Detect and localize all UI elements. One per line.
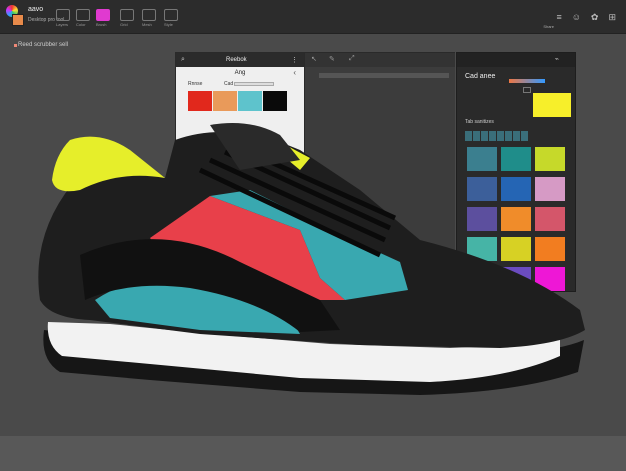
palette-tabs bbox=[465, 131, 528, 141]
palette-header: ⌁ bbox=[457, 53, 575, 67]
move-icon[interactable]: ⤢ bbox=[349, 55, 355, 63]
swatch-dialog: ⌕ Reebok ⋮ Ang ‹ Rnnse Cad bbox=[175, 52, 305, 237]
palette-swatch[interactable] bbox=[501, 177, 531, 201]
palette-tab[interactable] bbox=[473, 131, 480, 141]
dialog-swatch-row bbox=[176, 89, 304, 113]
dialog-menu-icon[interactable]: ⋮ bbox=[291, 56, 298, 64]
palette-swatch[interactable] bbox=[467, 177, 497, 201]
tool-label-color: Color bbox=[76, 22, 86, 27]
preview-panel: ↖ ✎ ⤢ bbox=[305, 52, 455, 292]
share-label[interactable]: Share bbox=[543, 24, 554, 29]
dialog-swatch[interactable] bbox=[188, 91, 212, 111]
color-palette-panel: ⌁ Cad anee Tab sanitizes bbox=[456, 52, 576, 292]
dialog-subtitle-row: Ang ‹ bbox=[176, 67, 304, 79]
palette-grid bbox=[467, 147, 565, 291]
palette-menu-icon[interactable]: ⌁ bbox=[555, 55, 559, 63]
dialog-title: Reebok bbox=[226, 57, 247, 63]
dialog-header: ⌕ Reebok ⋮ bbox=[176, 53, 304, 67]
palette-tab[interactable] bbox=[465, 131, 472, 141]
palette-gradient-bar[interactable] bbox=[509, 79, 545, 83]
palette-tab[interactable] bbox=[481, 131, 488, 141]
dialog-swatch-row-2 bbox=[176, 113, 324, 143]
dialog-option-row: Rnnse Cad bbox=[176, 79, 304, 89]
preview-slider[interactable] bbox=[319, 73, 449, 78]
palette-swatch[interactable] bbox=[501, 207, 531, 231]
tool-label-mesh: Mesh bbox=[142, 22, 152, 27]
tool-label-grid: Grid bbox=[120, 22, 128, 27]
palette-swatch[interactable] bbox=[467, 267, 497, 291]
palette-swatch[interactable] bbox=[535, 237, 565, 261]
palette-swatch[interactable] bbox=[501, 147, 531, 171]
palette-checkbox[interactable] bbox=[523, 87, 531, 93]
tool-label-layers: Layers bbox=[56, 22, 69, 27]
app-name: aavo bbox=[28, 6, 44, 13]
menu-icon[interactable]: ≡ bbox=[556, 12, 561, 23]
search-icon[interactable]: ⌕ bbox=[181, 56, 185, 64]
palette-tab[interactable] bbox=[497, 131, 504, 141]
grid-tool-button[interactable] bbox=[120, 9, 134, 21]
color-tool-button[interactable] bbox=[76, 9, 90, 21]
palette-swatch[interactable] bbox=[501, 237, 531, 261]
palette-swatch[interactable] bbox=[535, 267, 565, 291]
palette-swatch[interactable] bbox=[535, 147, 565, 171]
settings-icon[interactable]: ✿ bbox=[591, 12, 599, 23]
option-value: Cad bbox=[224, 81, 234, 87]
palette-title: Cad anee bbox=[465, 73, 496, 80]
palette-tab[interactable] bbox=[521, 131, 528, 141]
dialog-swatch[interactable] bbox=[263, 91, 287, 111]
dialog-subtitle: Ang bbox=[234, 70, 246, 76]
user-icon[interactable]: ☺ bbox=[572, 12, 581, 23]
option-input[interactable] bbox=[234, 82, 274, 86]
palette-swatch[interactable] bbox=[467, 147, 497, 171]
palette-tab[interactable] bbox=[513, 131, 520, 141]
selected-color-swatch[interactable] bbox=[533, 93, 571, 117]
palette-section-label: Tab sanitizes bbox=[465, 119, 494, 125]
layers-tool-button[interactable] bbox=[56, 9, 70, 21]
palette-swatch[interactable] bbox=[501, 267, 531, 291]
palette-tab[interactable] bbox=[505, 131, 512, 141]
bottom-status-strip bbox=[0, 436, 626, 471]
canvas-title: Reed scrubber sell bbox=[18, 42, 69, 48]
tool-label-style: Style bbox=[164, 22, 173, 27]
mesh-tool-button[interactable] bbox=[142, 9, 156, 21]
pen-icon[interactable]: ✎ bbox=[329, 55, 335, 63]
current-color-swatch[interactable] bbox=[12, 14, 24, 26]
tool-label-brush: Brush bbox=[96, 22, 107, 27]
close-icon[interactable]: ‹ bbox=[293, 68, 296, 77]
dialog-swatch[interactable] bbox=[238, 91, 262, 111]
style-tool-button[interactable] bbox=[164, 9, 178, 21]
brush-tool-button[interactable] bbox=[96, 9, 110, 21]
palette-swatch[interactable] bbox=[467, 207, 497, 231]
dialog-swatch[interactable] bbox=[213, 91, 237, 111]
palette-tab[interactable] bbox=[489, 131, 496, 141]
toolbar-right-icons: ≡ ☺ ✿ ⊞ bbox=[556, 12, 616, 23]
top-toolbar: aavo Desktop pro tool Layers Color Brush… bbox=[0, 0, 626, 34]
option-label: Rnnse bbox=[188, 81, 203, 87]
pointer-icon[interactable]: ↖ bbox=[311, 55, 317, 63]
canvas-marker-icon bbox=[14, 44, 17, 47]
palette-swatch[interactable] bbox=[535, 177, 565, 201]
palette-swatch[interactable] bbox=[467, 237, 497, 261]
palette-swatch[interactable] bbox=[535, 207, 565, 231]
grid-view-icon[interactable]: ⊞ bbox=[608, 12, 616, 23]
preview-panel-header: ↖ ✎ ⤢ bbox=[305, 53, 455, 67]
